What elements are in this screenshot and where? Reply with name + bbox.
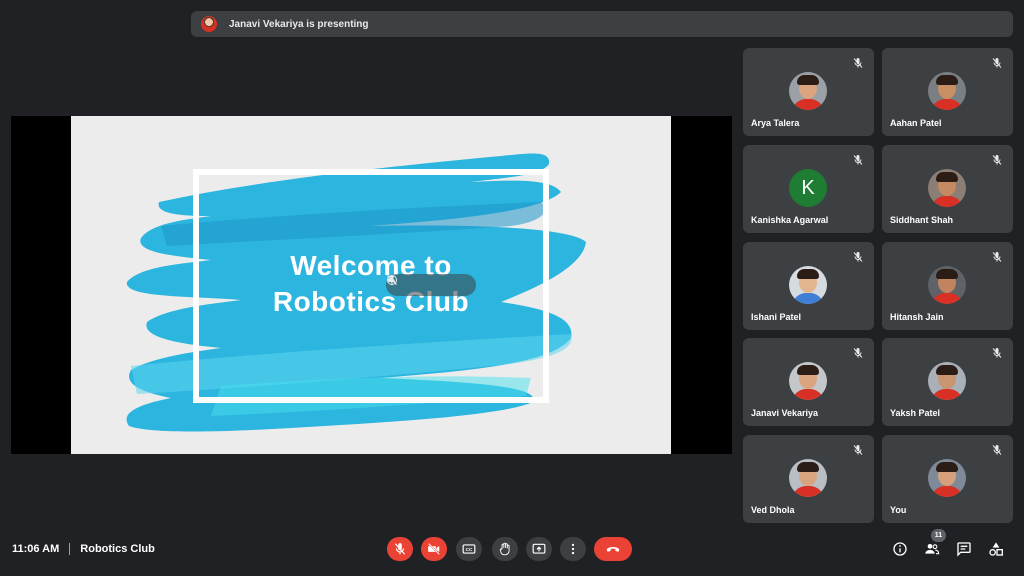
participant-name: Aahan Patel bbox=[890, 118, 942, 128]
participant-tile[interactable]: Yaksh Patel bbox=[882, 338, 1013, 426]
pin-icon[interactable] bbox=[387, 275, 413, 292]
clock-time: 11:06 AM bbox=[12, 543, 60, 555]
activities-button[interactable] bbox=[987, 540, 1005, 558]
chat-icon bbox=[957, 542, 971, 557]
participant-tile[interactable]: Hitansh Jain bbox=[882, 242, 1013, 330]
participant-name: Ved Dhola bbox=[751, 505, 795, 515]
activities-icon bbox=[989, 542, 1003, 556]
participant-tile[interactable]: Arya Talera bbox=[743, 48, 874, 136]
more-options-icon bbox=[571, 543, 575, 555]
divider bbox=[69, 543, 71, 555]
mic-off-icon bbox=[852, 56, 864, 68]
raise-hand-button[interactable] bbox=[492, 537, 518, 561]
meeting-info-button[interactable] bbox=[891, 540, 909, 558]
mic-off-icon bbox=[991, 443, 1003, 455]
svg-text:CC: CC bbox=[466, 547, 473, 552]
participant-tile[interactable]: Siddhant Shah bbox=[882, 145, 1013, 233]
avatar: K bbox=[789, 169, 827, 207]
participant-tile[interactable]: Ishani Patel bbox=[743, 242, 874, 330]
avatar bbox=[928, 459, 966, 497]
avatar-letter: K bbox=[789, 169, 827, 207]
avatar bbox=[928, 169, 966, 207]
people-button[interactable] bbox=[923, 540, 941, 558]
participant-name: Janavi Vekariya bbox=[751, 408, 819, 418]
participant-name: Kanishka Agarwal bbox=[751, 215, 829, 225]
participant-name: Ishani Patel bbox=[751, 312, 802, 322]
avatar bbox=[789, 266, 827, 304]
remove-icon[interactable] bbox=[387, 275, 463, 292]
chat-button[interactable] bbox=[955, 540, 973, 558]
participant-name: Arya Talera bbox=[751, 118, 800, 128]
avatar bbox=[928, 266, 966, 304]
avatar bbox=[789, 362, 827, 400]
camera-off-icon bbox=[428, 543, 440, 555]
mic-off-icon bbox=[394, 543, 406, 555]
more-options-button[interactable] bbox=[560, 537, 586, 561]
mic-off-icon bbox=[852, 250, 864, 262]
mic-toggle-button[interactable] bbox=[387, 537, 413, 561]
presenter-avatar bbox=[201, 16, 217, 32]
raise-hand-icon bbox=[499, 542, 510, 556]
slide-title-line1: Welcome to bbox=[290, 250, 452, 281]
captions-button[interactable]: CC bbox=[456, 537, 482, 561]
avatar bbox=[789, 72, 827, 110]
avatar bbox=[928, 362, 966, 400]
avatar bbox=[789, 459, 827, 497]
captions-icon: CC bbox=[462, 544, 476, 554]
mic-off-icon bbox=[991, 153, 1003, 165]
presenting-text: Janavi Vekariya is presenting bbox=[229, 18, 369, 30]
meeting-name: Robotics Club bbox=[80, 543, 155, 555]
presenter-tile-controls bbox=[386, 274, 476, 296]
participant-tile[interactable]: K Kanishka Agarwal bbox=[743, 145, 874, 233]
presenting-banner: Janavi Vekariya is presenting bbox=[191, 11, 1013, 37]
participant-name: Siddhant Shah bbox=[890, 215, 953, 225]
mic-off-icon bbox=[852, 346, 864, 358]
people-count-badge: 11 bbox=[931, 529, 946, 542]
camera-toggle-button[interactable] bbox=[421, 537, 447, 561]
presentation-slide: Welcome to Robotics Club bbox=[71, 116, 671, 454]
participant-tile[interactable]: You bbox=[882, 435, 1013, 523]
participant-tile[interactable]: Janavi Vekariya bbox=[743, 338, 874, 426]
participant-name: Yaksh Patel bbox=[890, 408, 941, 418]
participant-tile[interactable]: Ved Dhola bbox=[743, 435, 874, 523]
present-now-button[interactable] bbox=[526, 537, 552, 561]
slide-title-line2: Robotics Club bbox=[272, 286, 470, 317]
mic-off-icon bbox=[991, 250, 1003, 262]
mute-audio-icon[interactable] bbox=[387, 275, 438, 292]
participant-tile[interactable]: Aahan Patel bbox=[882, 48, 1013, 136]
info-icon bbox=[893, 542, 907, 556]
participant-name: Hitansh Jain bbox=[890, 312, 944, 322]
leave-call-button[interactable] bbox=[594, 537, 632, 561]
mic-off-icon bbox=[991, 346, 1003, 358]
avatar bbox=[928, 72, 966, 110]
mic-off-icon bbox=[852, 443, 864, 455]
hang-up-icon bbox=[606, 547, 620, 552]
meeting-details: 11:06 AM Robotics Club bbox=[12, 542, 155, 556]
mic-off-icon bbox=[991, 56, 1003, 68]
people-icon bbox=[925, 544, 940, 555]
present-screen-icon bbox=[532, 543, 546, 554]
participant-name: You bbox=[890, 505, 907, 515]
mic-off-icon bbox=[852, 153, 864, 165]
shared-screen: Welcome to Robotics Club bbox=[11, 116, 732, 454]
